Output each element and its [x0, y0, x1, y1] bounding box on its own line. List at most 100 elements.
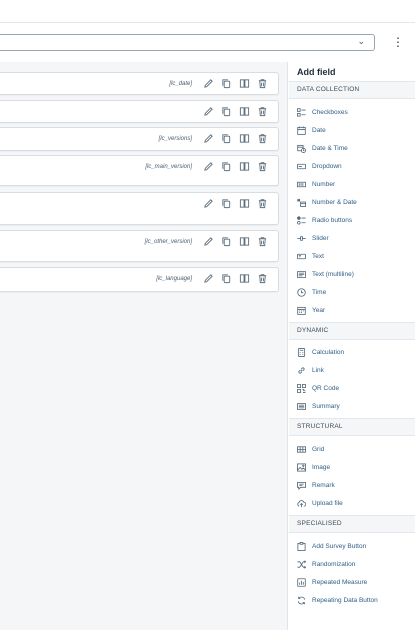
field-type-remark[interactable]: Remark: [297, 478, 335, 492]
field-type-summary[interactable]: Summary: [297, 399, 340, 413]
field-type-label: Randomization: [312, 560, 356, 568]
field-type-label: Time: [312, 288, 327, 296]
field-card[interactable]: [lc_main_version]: [0, 155, 279, 186]
remark-icon: [297, 481, 306, 490]
delete-icon[interactable]: [256, 132, 269, 145]
move-field-icon[interactable]: [238, 197, 251, 210]
field-type-upload-file[interactable]: Upload file: [297, 496, 343, 510]
field-type-label: Link: [312, 366, 324, 374]
edit-icon[interactable]: [202, 197, 215, 210]
field-type-label: Grid: [312, 445, 325, 453]
field-type-calculation[interactable]: Calculation: [297, 345, 344, 359]
move-field-icon[interactable]: [238, 160, 251, 173]
field-card[interactable]: [lc_other_version]: [0, 230, 279, 262]
field-type-checkboxes[interactable]: Checkboxes: [297, 105, 348, 119]
qr-code-icon: [297, 383, 306, 393]
copy-icon[interactable]: [220, 77, 233, 90]
field-type-date-time[interactable]: Date & Time: [297, 141, 348, 155]
field-type-label: QR Code: [312, 384, 340, 392]
field-type-label: Repeating Data Button: [312, 596, 378, 604]
top-bar: [0, 0, 415, 23]
delete-icon[interactable]: [256, 197, 269, 210]
move-field-icon[interactable]: [238, 132, 251, 145]
edit-icon[interactable]: [202, 272, 215, 285]
copy-icon[interactable]: [220, 197, 233, 210]
field-type-label: Image: [312, 463, 331, 471]
field-type-label: Text (multiline): [312, 270, 354, 278]
field-type-grid[interactable]: Grid: [297, 442, 324, 456]
delete-icon[interactable]: [256, 77, 269, 90]
field-type-date[interactable]: Date: [297, 123, 326, 137]
field-type-label: Summary: [312, 402, 340, 410]
field-type-label: Date: [312, 126, 326, 134]
more-options-icon[interactable]: ⋮: [392, 36, 404, 48]
move-field-icon[interactable]: [238, 77, 251, 90]
field-type-label: Dropdown: [312, 162, 342, 170]
add-field-panel: Add field DATA COLLECTION Checkboxes Dat…: [289, 62, 415, 630]
field-type-label: Checkboxes: [312, 108, 348, 116]
field-type-time[interactable]: Time: [297, 285, 326, 299]
field-card[interactable]: [lc_language]: [0, 267, 279, 292]
field-type-label: Year: [312, 306, 326, 314]
field-card[interactable]: [0, 192, 279, 225]
field-type-link[interactable]: Link: [297, 363, 324, 377]
text-multiline-icon: [297, 270, 306, 279]
field-card[interactable]: [lc_date]: [0, 72, 279, 95]
edit-icon[interactable]: [202, 132, 215, 145]
field-type-slider[interactable]: Slider: [297, 231, 329, 245]
delete-icon[interactable]: [256, 235, 269, 248]
year-icon: [297, 306, 306, 315]
edit-icon[interactable]: [202, 235, 215, 248]
field-type-label: Slider: [312, 234, 329, 242]
text-icon: [297, 252, 306, 261]
panel-title: Add field: [297, 67, 336, 77]
form-select[interactable]: ⌄: [0, 34, 375, 51]
field-variable-name: [lc_versions]: [158, 136, 192, 142]
field-type-label: Number & Date: [312, 198, 357, 206]
field-type-label: Radio buttons: [312, 216, 353, 224]
survey-button-icon: [297, 541, 306, 551]
field-type-label: Add Survey Button: [312, 542, 367, 550]
move-field-icon[interactable]: [238, 105, 251, 118]
field-type-repeating-data-button[interactable]: Repeating Data Button: [297, 593, 378, 607]
chevron-down-icon: ⌄: [357, 36, 365, 46]
field-type-qr-code[interactable]: QR Code: [297, 381, 339, 395]
field-type-number-date[interactable]: Number & Date: [297, 195, 357, 209]
move-field-icon[interactable]: [238, 235, 251, 248]
delete-icon[interactable]: [256, 105, 269, 118]
field-card[interactable]: [lc_versions]: [0, 127, 279, 151]
copy-icon[interactable]: [220, 235, 233, 248]
field-type-text[interactable]: Text: [297, 249, 324, 263]
field-type-radio-buttons[interactable]: Radio buttons: [297, 213, 352, 227]
dropdown-icon: [297, 162, 306, 171]
field-type-number[interactable]: Number: [297, 177, 335, 191]
upload-icon: [297, 499, 306, 508]
field-type-repeated-measure[interactable]: Repeated Measure: [297, 575, 367, 589]
edit-icon[interactable]: [202, 160, 215, 173]
delete-icon[interactable]: [256, 160, 269, 173]
field-type-text-multiline[interactable]: Text (multiline): [297, 267, 354, 281]
copy-icon[interactable]: [220, 272, 233, 285]
field-type-image[interactable]: Image: [297, 460, 330, 474]
copy-icon[interactable]: [220, 160, 233, 173]
calculator-icon: [297, 347, 306, 357]
field-type-label: Upload file: [312, 499, 343, 507]
field-type-label: Date & Time: [312, 144, 348, 152]
field-type-dropdown[interactable]: Dropdown: [297, 159, 342, 173]
field-type-year[interactable]: Year: [297, 303, 325, 317]
copy-icon[interactable]: [220, 132, 233, 145]
field-type-randomization[interactable]: Randomization: [297, 557, 355, 571]
move-field-icon[interactable]: [238, 272, 251, 285]
calendar-icon: [297, 125, 306, 135]
delete-icon[interactable]: [256, 272, 269, 285]
repeated-measure-icon: [297, 577, 306, 587]
clock-icon: [297, 287, 306, 297]
section-header-data-collection: DATA COLLECTION: [289, 81, 415, 99]
field-type-add-survey-button[interactable]: Add Survey Button: [297, 539, 366, 553]
edit-icon[interactable]: [202, 105, 215, 118]
field-card[interactable]: [0, 100, 279, 123]
number-icon: [297, 180, 306, 189]
field-variable-name: [lc_other_version]: [144, 239, 192, 245]
copy-icon[interactable]: [220, 105, 233, 118]
edit-icon[interactable]: [202, 77, 215, 90]
